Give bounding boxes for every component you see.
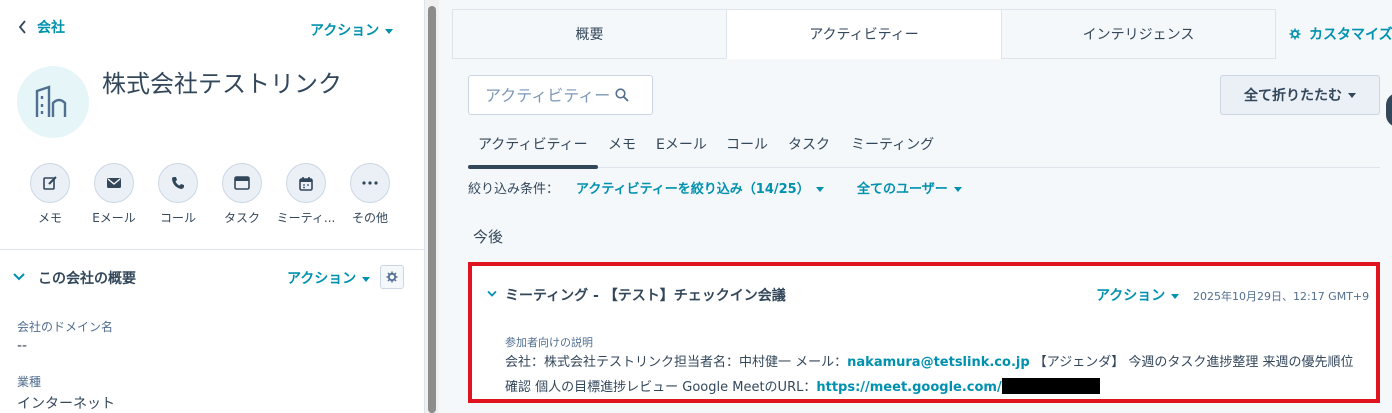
meeting-url-link[interactable]: https://meet.google.com/ — [816, 380, 1001, 395]
search-input[interactable] — [485, 85, 615, 105]
property-value[interactable]: -- — [17, 338, 27, 354]
quick-action-email[interactable]: Eメール — [84, 163, 144, 226]
subtab-tasks[interactable]: タスク — [788, 134, 830, 154]
meeting-actions-dropdown[interactable]: アクション — [1096, 285, 1180, 305]
task-icon — [234, 176, 250, 190]
record-actions-dropdown[interactable]: アクション — [310, 20, 394, 40]
customize-label: カスタマイズ — [1309, 27, 1392, 43]
back-to-companies-link[interactable]: 会社 — [18, 17, 65, 37]
quick-action-label: コール — [159, 211, 196, 225]
meeting-activity-card: ミーティング - 【テスト】チェックイン会議 アクション 2025年10月29日… — [468, 262, 1380, 403]
filter-users-dropdown[interactable]: 全てのユーザー — [857, 178, 962, 197]
description-label: 参加者向けの説明 — [505, 336, 593, 349]
collapse-all-button[interactable]: 全て折りたたむ — [1220, 75, 1380, 115]
quick-action-task[interactable]: タスク — [212, 163, 272, 226]
overview-settings-button[interactable] — [380, 265, 404, 289]
subtab-notes[interactable]: メモ — [608, 134, 636, 154]
back-label: 会社 — [37, 20, 65, 36]
property-label: 業種 — [17, 375, 42, 389]
tab-label: インテリジェンス — [1082, 27, 1195, 43]
tab-label: アクティビティー — [809, 27, 919, 43]
gear-icon — [386, 271, 398, 283]
subtab-emails[interactable]: Eメール — [656, 134, 707, 154]
meeting-datetime: 2025年10月29日、12:17 GMT+9 — [1193, 290, 1370, 303]
scrollbar-thumb[interactable] — [428, 6, 436, 413]
tab-overview[interactable]: 概要 — [452, 9, 727, 59]
tab-intelligence[interactable]: インテリジェンス — [1001, 9, 1276, 59]
quick-action-label: メモ — [37, 211, 62, 225]
meeting-description: 会社：株式会社テストリンク担当者名：中村健一 メール：nakamura@tets… — [505, 350, 1365, 400]
redaction-box — [1001, 378, 1100, 394]
panel-toggle-button[interactable] — [1386, 93, 1392, 127]
collapse-all-label: 全て折りたたむ — [1244, 88, 1342, 104]
divider — [0, 249, 425, 250]
subtab-meetings[interactable]: ミーティング — [851, 134, 934, 154]
property-value[interactable]: インターネット — [17, 393, 115, 413]
quick-action-label: ミーティ... — [276, 211, 336, 225]
meeting-actions-label: アクション — [1096, 288, 1166, 304]
record-actions-label: アクション — [310, 23, 380, 39]
description-text: 会社：株式会社テストリンク担当者名：中村健一 メール： — [505, 355, 848, 370]
filter-label: 絞り込み条件： — [468, 182, 560, 197]
record-main: 概要 アクティビティー インテリジェンス カスタマイズ 全て折りたたむ アクティ… — [439, 0, 1392, 413]
quick-action-more[interactable]: その他 — [340, 163, 400, 226]
edit-icon — [43, 176, 57, 190]
customize-button[interactable]: カスタマイズ — [1289, 24, 1392, 44]
search-icon — [615, 88, 629, 102]
subtab-calls[interactable]: コール — [726, 134, 768, 154]
filter-activities-label: アクティビティーを絞り込み（14/25） — [576, 182, 810, 197]
chevron-down-icon[interactable] — [486, 288, 498, 300]
calendar-icon — [299, 176, 313, 191]
overview-actions-label: アクション — [287, 271, 357, 287]
activity-search[interactable] — [468, 75, 653, 115]
quick-action-label: Eメール — [92, 211, 136, 225]
subtab-activities[interactable]: アクティビティー — [478, 134, 588, 154]
company-avatar — [17, 66, 89, 138]
overview-section-title[interactable]: この会社の概要 — [38, 268, 136, 288]
record-sidebar: 会社 アクション 株式会社テストリンク メモ Eメール コール タスク ミーティ… — [0, 0, 425, 413]
quick-action-meeting[interactable]: ミーティ... — [276, 163, 336, 226]
upcoming-section-title: 今後 — [473, 228, 504, 246]
more-icon — [362, 181, 378, 185]
email-link[interactable]: nakamura@tetslink.co.jp — [847, 355, 1030, 370]
gear-icon — [1289, 28, 1301, 40]
building-icon — [35, 85, 67, 117]
quick-action-note[interactable]: メモ — [20, 163, 80, 226]
quick-action-call[interactable]: コール — [148, 163, 208, 226]
email-icon — [107, 178, 121, 188]
active-subtab-indicator — [468, 165, 598, 169]
quick-action-label: タスク — [223, 211, 260, 225]
company-name: 株式会社テストリンク — [102, 70, 342, 98]
tab-activities[interactable]: アクティビティー — [726, 9, 1002, 59]
chevron-down-icon[interactable] — [12, 270, 26, 284]
filter-users-label: 全てのユーザー — [857, 182, 948, 197]
chevron-left-icon — [18, 20, 26, 34]
tab-label: 概要 — [575, 27, 604, 43]
filter-activities-dropdown[interactable]: アクティビティーを絞り込み（14/25） — [576, 178, 824, 197]
quick-action-label: その他 — [351, 211, 388, 225]
property-label: 会社のドメイン名 — [17, 320, 114, 334]
divider — [468, 167, 1380, 168]
meeting-title[interactable]: ミーティング - 【テスト】チェックイン会議 — [505, 285, 786, 305]
phone-icon — [172, 177, 184, 189]
overview-actions-dropdown[interactable]: アクション — [287, 268, 371, 288]
